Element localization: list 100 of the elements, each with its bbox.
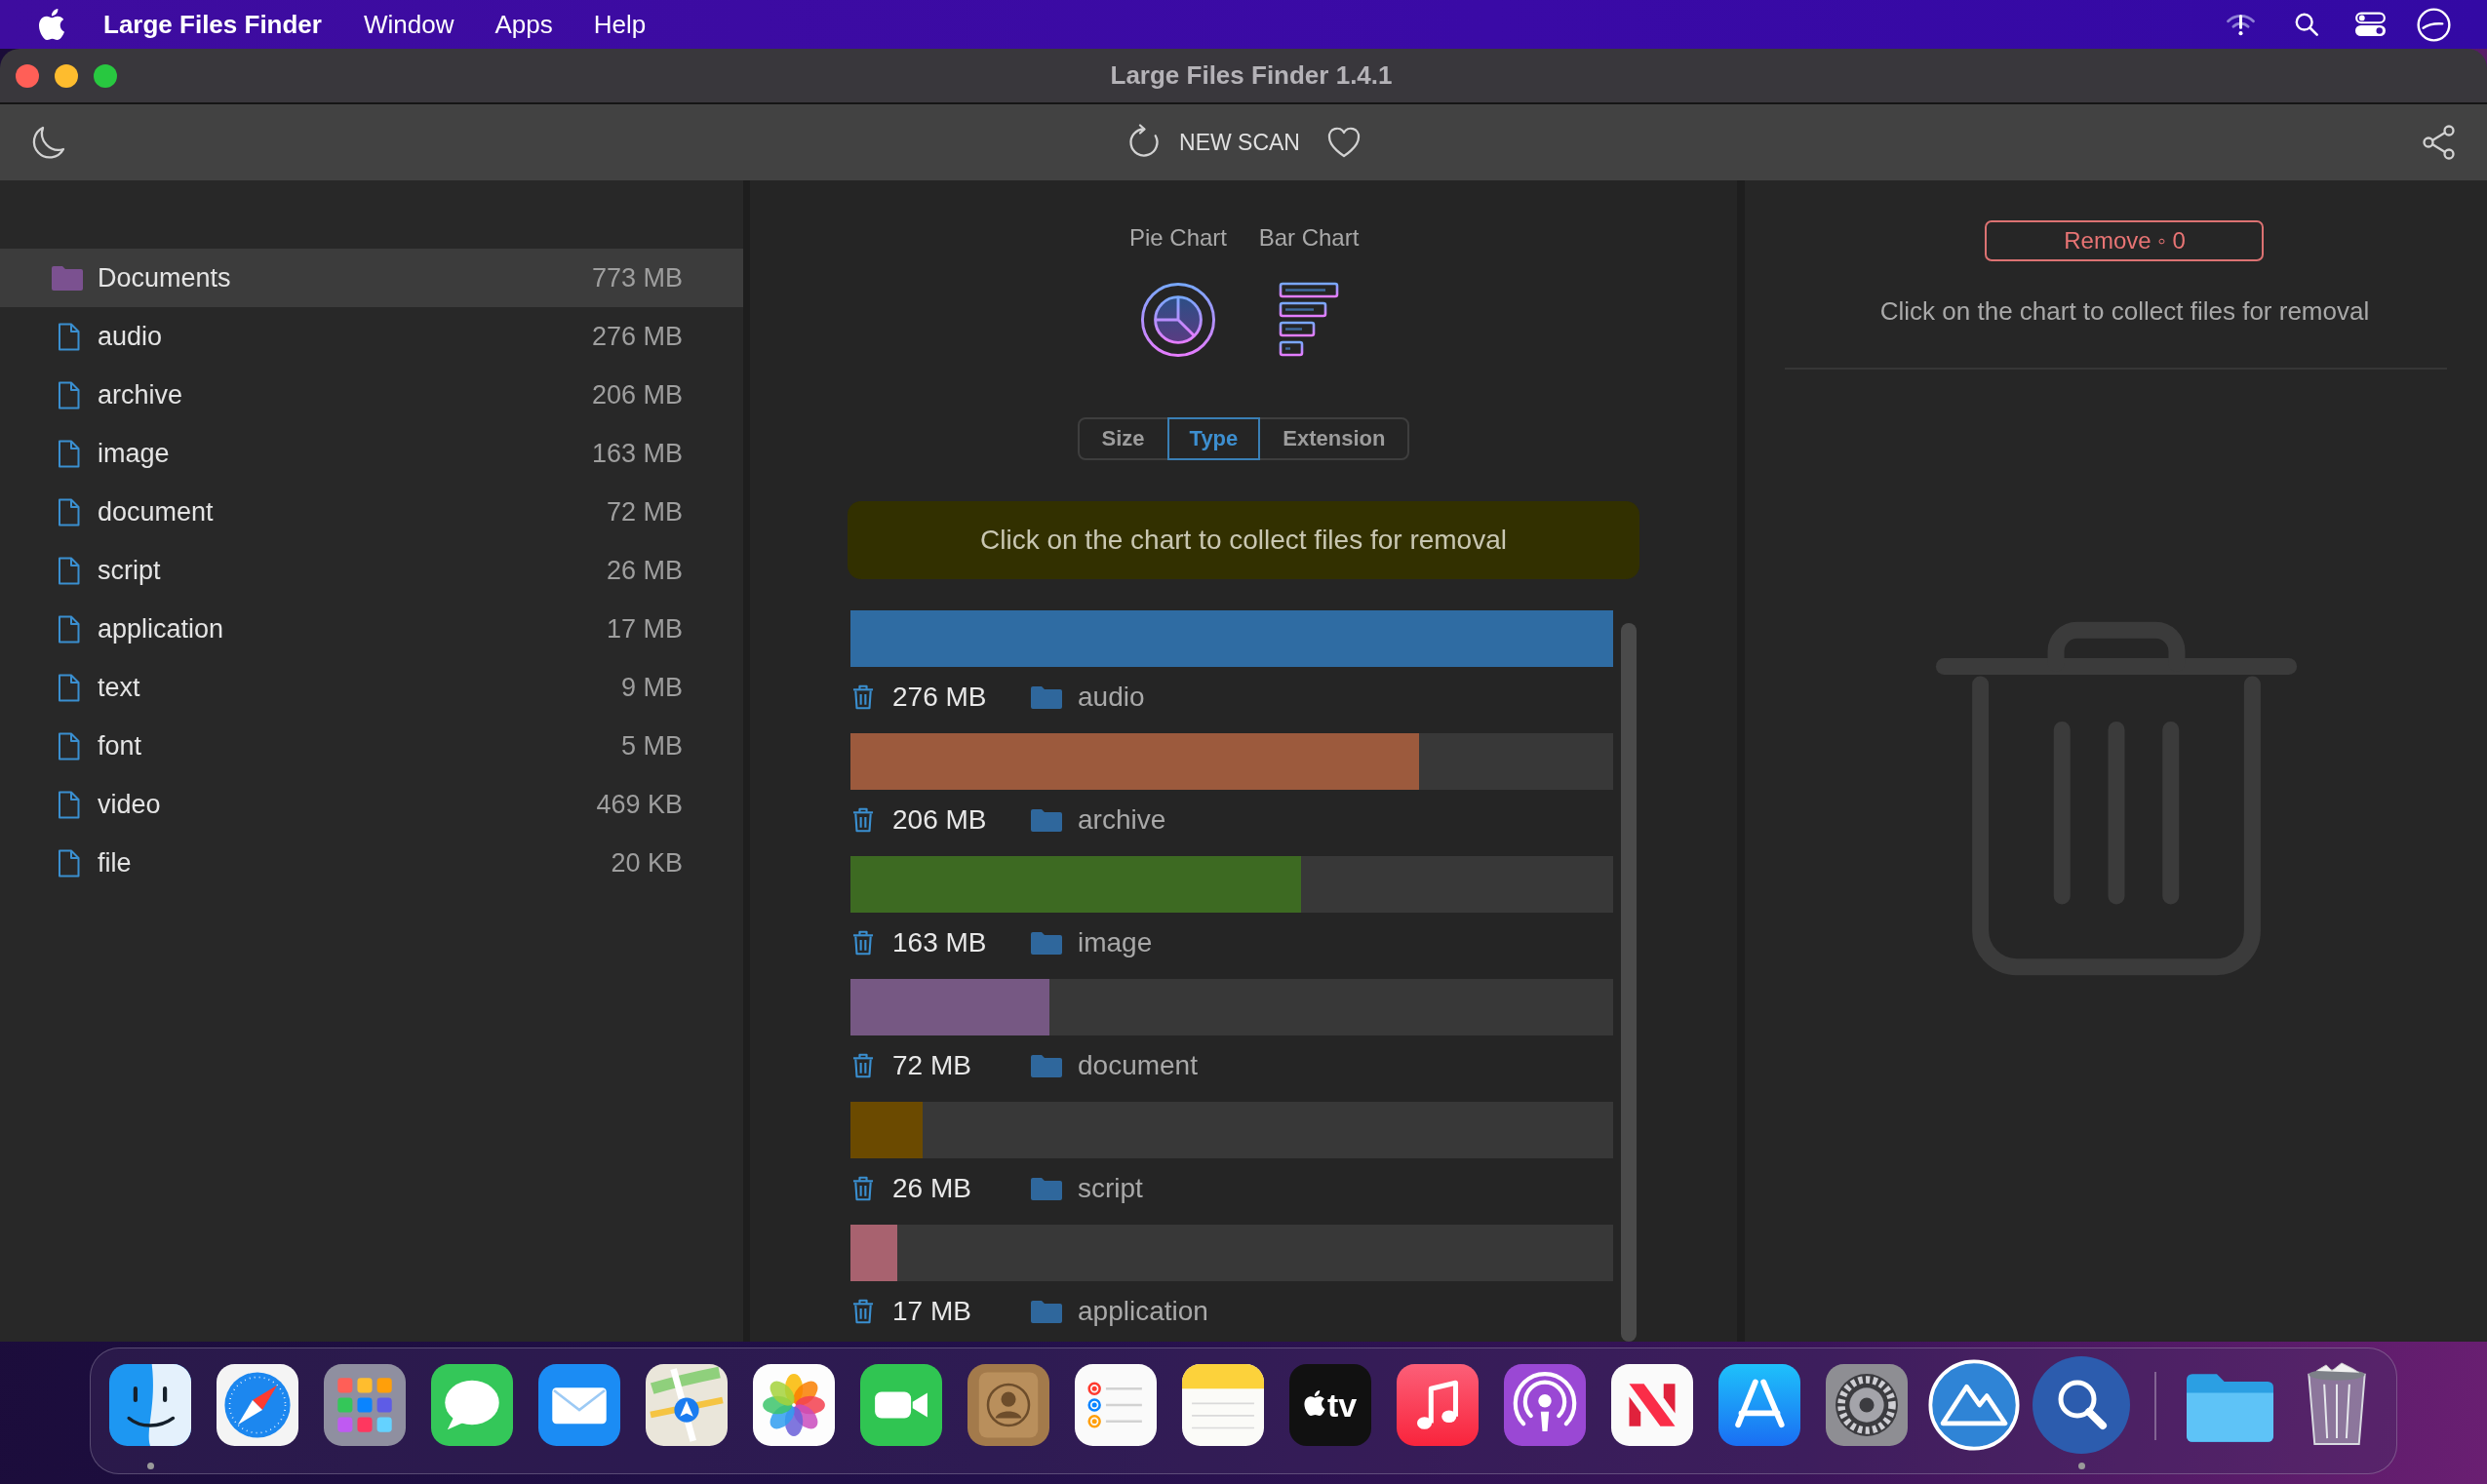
item-name: file bbox=[98, 847, 133, 879]
hint-banner: Click on the chart to collect files for removal bbox=[848, 501, 1639, 579]
item-name: text bbox=[98, 672, 141, 703]
bar-chart-icon[interactable] bbox=[1279, 282, 1339, 358]
file-icon bbox=[58, 556, 80, 585]
bar-track[interactable] bbox=[850, 733, 1613, 790]
new-scan-button[interactable]: NEW SCAN bbox=[1125, 123, 1300, 162]
gear-icon[interactable] bbox=[1826, 1364, 1908, 1446]
envelope-icon[interactable] bbox=[538, 1364, 620, 1446]
file-icon bbox=[58, 322, 80, 351]
item-size: 5 MB bbox=[620, 730, 683, 762]
folder-icon bbox=[1031, 1300, 1062, 1323]
size-label: 72 MB bbox=[892, 1050, 971, 1081]
chart-type-label: Bar Chart bbox=[1258, 224, 1360, 252]
sidebar-row[interactable]: file 20 KB bbox=[0, 834, 743, 892]
scrollbar-thumb[interactable] bbox=[1621, 623, 1637, 1342]
bar-track[interactable] bbox=[850, 1102, 1613, 1158]
removal-hint: Click on the chart to collect files for removal bbox=[1879, 296, 2370, 327]
app-menu[interactable]: Large Files Finder bbox=[103, 9, 322, 40]
sidebar-row[interactable]: Documents 773 MB bbox=[0, 249, 743, 307]
group-by-tab[interactable]: Type bbox=[1166, 417, 1261, 460]
sidebar-row[interactable]: video 469 KB bbox=[0, 775, 743, 834]
sidebar-row[interactable]: image 163 MB bbox=[0, 424, 743, 483]
file-icon bbox=[58, 614, 80, 644]
file-icon bbox=[58, 439, 80, 468]
trash-icon[interactable] bbox=[851, 1053, 875, 1078]
item-size: 20 KB bbox=[611, 847, 683, 879]
smiling-face-icon[interactable] bbox=[109, 1364, 191, 1446]
file-icon bbox=[58, 731, 80, 761]
mountain-icon[interactable] bbox=[1928, 1359, 2020, 1451]
category-name: audio bbox=[1078, 682, 1145, 713]
trash-icon[interactable] bbox=[851, 1299, 875, 1324]
notepad-icon[interactable] bbox=[1182, 1364, 1264, 1446]
menu-item[interactable]: Apps bbox=[494, 9, 553, 40]
music-note-icon[interactable] bbox=[1397, 1364, 1479, 1446]
item-size: 469 KB bbox=[596, 789, 683, 820]
remove-button[interactable]: Remove ◦ 0 bbox=[1985, 220, 2265, 261]
checklist-icon[interactable] bbox=[1075, 1364, 1157, 1446]
minimize-button[interactable] bbox=[55, 63, 78, 88]
size-label: 163 MB bbox=[892, 927, 987, 958]
menu-item[interactable]: Window bbox=[363, 9, 454, 40]
item-size: 276 MB bbox=[591, 321, 683, 352]
speech-bubble-icon[interactable] bbox=[431, 1364, 513, 1446]
magnifier-icon[interactable] bbox=[2033, 1356, 2130, 1454]
item-name: document bbox=[98, 496, 215, 527]
item-name: audio bbox=[98, 321, 164, 352]
folder-icon bbox=[1031, 931, 1062, 955]
crossed-strokes-icon[interactable] bbox=[1718, 1364, 1800, 1446]
group-by-tab[interactable]: Size bbox=[1079, 417, 1167, 460]
category-name: application bbox=[1078, 1296, 1208, 1327]
trash-icon[interactable] bbox=[851, 930, 875, 956]
bar-track[interactable] bbox=[850, 856, 1613, 913]
item-size: 72 MB bbox=[606, 496, 683, 527]
item-size: 206 MB bbox=[591, 379, 683, 410]
sidebar-row[interactable]: text 9 MB bbox=[0, 658, 743, 717]
file-icon bbox=[58, 497, 80, 527]
menu-item[interactable]: Help bbox=[593, 9, 647, 40]
folder-icon bbox=[1031, 685, 1062, 709]
item-name: font bbox=[98, 730, 143, 762]
sidebar-row[interactable]: archive 206 MB bbox=[0, 366, 743, 424]
app-grid-icon[interactable] bbox=[324, 1364, 406, 1446]
sidebar-row[interactable]: document 72 MB bbox=[0, 483, 743, 541]
flower-icon[interactable] bbox=[753, 1364, 835, 1446]
tv-app-button[interactable]: tv bbox=[1289, 1364, 1371, 1446]
item-name: image bbox=[98, 438, 171, 469]
dial-icon[interactable] bbox=[2417, 7, 2451, 42]
group-by-tab[interactable]: Extension bbox=[1260, 417, 1408, 460]
video-camera-icon[interactable] bbox=[860, 1364, 942, 1446]
contact-book-icon[interactable] bbox=[967, 1364, 1049, 1446]
item-name: video bbox=[98, 789, 162, 820]
pie-chart-icon[interactable] bbox=[1140, 282, 1216, 358]
bar-track[interactable] bbox=[850, 1225, 1613, 1281]
podcast-icon[interactable] bbox=[1504, 1364, 1586, 1446]
apple-logo-icon bbox=[1303, 1389, 1325, 1416]
chart-type-label: Pie Chart bbox=[1128, 224, 1227, 252]
size-label: 17 MB bbox=[892, 1296, 971, 1327]
map-icon[interactable] bbox=[646, 1364, 728, 1446]
sidebar-row[interactable]: font 5 MB bbox=[0, 717, 743, 775]
sidebar-row[interactable]: audio 276 MB bbox=[0, 307, 743, 366]
item-size: 9 MB bbox=[620, 672, 683, 703]
compass-icon[interactable] bbox=[217, 1364, 298, 1446]
folder-icon bbox=[1031, 1054, 1062, 1077]
item-size: 26 MB bbox=[606, 555, 683, 586]
trash-icon[interactable] bbox=[851, 807, 875, 833]
sidebar-row[interactable]: application 17 MB bbox=[0, 600, 743, 658]
folder-icon[interactable] bbox=[2186, 1374, 2273, 1442]
folder-icon bbox=[1031, 808, 1062, 832]
toggle-switches-icon[interactable] bbox=[2355, 12, 2386, 37]
close-button[interactable] bbox=[16, 63, 39, 88]
search-icon[interactable] bbox=[2294, 12, 2319, 37]
item-size: 773 MB bbox=[591, 262, 683, 293]
apple-logo-icon[interactable] bbox=[38, 9, 65, 40]
trash-icon[interactable] bbox=[851, 1176, 875, 1201]
bar-track[interactable] bbox=[850, 979, 1613, 1035]
category-name: archive bbox=[1078, 804, 1166, 836]
fullscreen-button[interactable] bbox=[94, 63, 117, 88]
trash-icon[interactable] bbox=[851, 684, 875, 710]
folded-ribbon-icon[interactable] bbox=[1611, 1364, 1693, 1446]
size-label: 276 MB bbox=[892, 682, 987, 713]
sidebar-row[interactable]: script 26 MB bbox=[0, 541, 743, 600]
